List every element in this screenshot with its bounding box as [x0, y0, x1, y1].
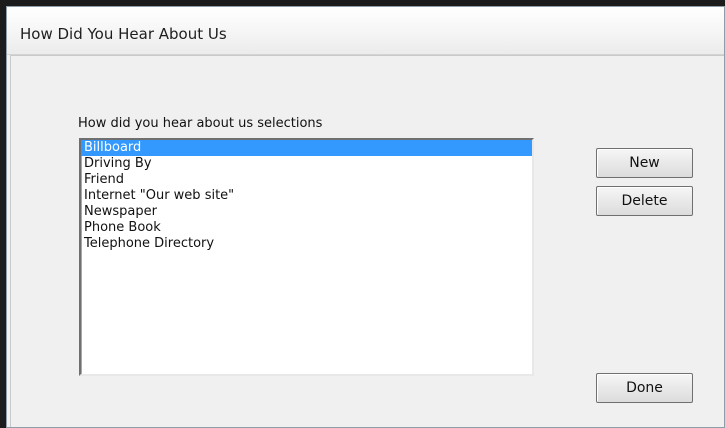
selections-listbox[interactable]: Billboard Driving By Friend Internet "Ou…: [79, 138, 534, 376]
list-caption: How did you hear about us selections: [78, 116, 323, 131]
list-item[interactable]: Newspaper: [81, 204, 532, 220]
list-item[interactable]: Phone Book: [81, 220, 532, 236]
new-button[interactable]: New: [596, 148, 693, 178]
list-item[interactable]: Driving By: [81, 156, 532, 172]
delete-button[interactable]: Delete: [596, 186, 693, 216]
dialog-client-area: How did you hear about us selections Bil…: [10, 55, 724, 427]
dialog-window: How Did You Hear About Us How did you he…: [6, 6, 725, 428]
done-button[interactable]: Done: [596, 373, 693, 403]
title-bar[interactable]: How Did You Hear About Us: [7, 7, 724, 55]
list-item[interactable]: Friend: [81, 172, 532, 188]
list-item[interactable]: Internet "Our web site": [81, 188, 532, 204]
list-item[interactable]: Billboard: [81, 140, 532, 156]
window-title: How Did You Hear About Us: [20, 25, 227, 43]
list-item[interactable]: Telephone Directory: [81, 236, 532, 252]
